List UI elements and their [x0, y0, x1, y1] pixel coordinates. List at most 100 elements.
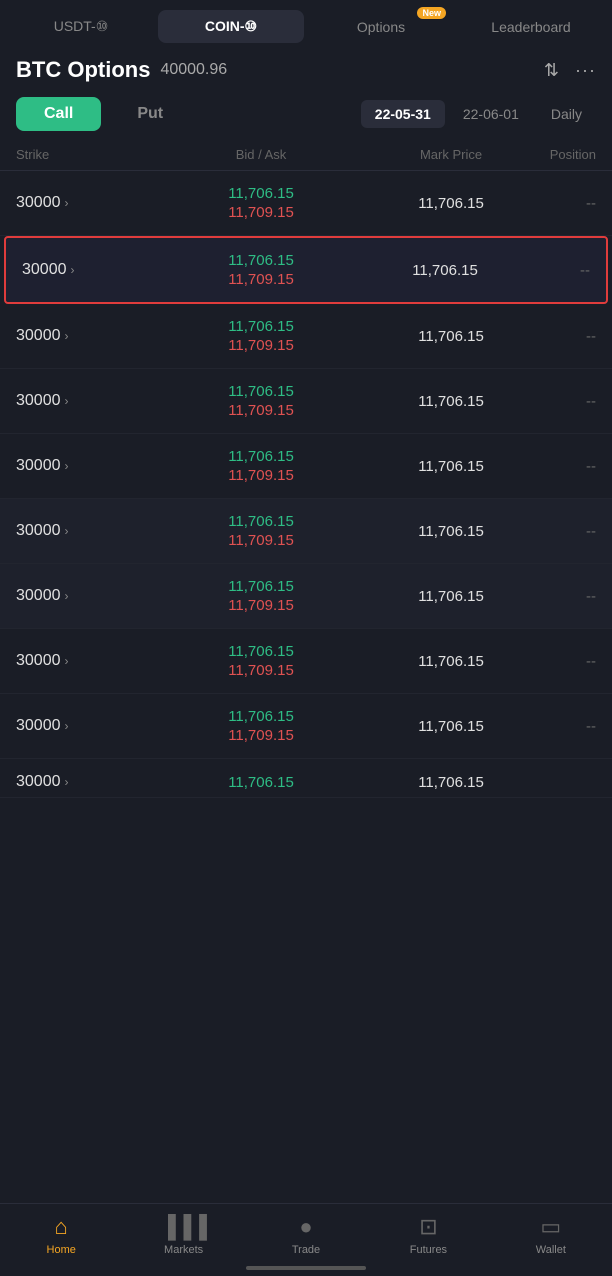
bid-ask-cell: 11,706.15 11,709.15 — [136, 708, 386, 744]
chevron-icon: › — [65, 329, 69, 343]
ask-price: 11,709.15 — [228, 204, 294, 221]
bid-ask-cell: 11,706.15 11,709.15 — [136, 448, 386, 484]
position-cell: -- — [516, 393, 596, 410]
trade-icon: ● — [299, 1214, 312, 1240]
position-cell: -- — [516, 718, 596, 735]
bid-ask-cell: 11,706.15 11,709.15 — [136, 643, 386, 679]
bid-ask-cell: 11,706.15 11,709.15 — [136, 383, 386, 419]
chevron-icon: › — [65, 394, 69, 408]
ask-price: 11,709.15 — [228, 597, 294, 614]
position-cell: -- — [516, 458, 596, 475]
futures-icon: ⊡ — [419, 1214, 437, 1240]
strike-cell: 30000 › — [16, 327, 136, 345]
strike-value: 30000 — [16, 717, 61, 735]
tab-leaderboard[interactable]: Leaderboard — [458, 11, 604, 43]
markets-icon: ▐▐▐ — [160, 1214, 207, 1240]
table-row[interactable]: 30000 › 11,706.15 11,709.15 11,706.15-- — [0, 171, 612, 236]
bid-ask-cell: 11,706.15 11,709.15 — [136, 185, 386, 221]
bid-ask-cell: 11,706.15 11,709.15 — [136, 513, 386, 549]
btc-price: 40000.96 — [160, 61, 227, 79]
ask-price: 11,709.15 — [228, 467, 294, 484]
home-icon: ⌂ — [55, 1214, 68, 1240]
table-row[interactable]: 30000 › 11,706.15 11,709.15 11,706.15-- — [0, 629, 612, 694]
strike-cell: 30000 › — [16, 194, 136, 212]
table-row[interactable]: 30000 › 11,706.15 11,709.15 11,706.15 -- — [0, 564, 612, 629]
bid-price: 11,706.15 — [228, 578, 294, 595]
tab-options[interactable]: New Options — [308, 11, 454, 43]
chevron-icon: › — [65, 524, 69, 538]
nav-trade-label: Trade — [292, 1244, 320, 1256]
ask-price: 11,709.15 — [228, 532, 294, 549]
nav-home[interactable]: ⌂ Home — [0, 1214, 122, 1256]
chevron-icon: › — [71, 263, 75, 277]
position-cell: -- — [516, 328, 596, 345]
tab-coin[interactable]: COIN-⑩ — [158, 10, 304, 43]
strike-value: 30000 — [16, 327, 61, 345]
chevron-icon: › — [65, 196, 69, 210]
strike-cell: 30000 › — [22, 261, 142, 279]
bid-price: 11,706.15 — [228, 643, 294, 660]
mark-price-cell: 11,706.15 — [386, 653, 516, 670]
table-header: Strike Bid / Ask Mark Price Position — [0, 139, 612, 171]
position-cell: -- — [516, 588, 596, 605]
bid-price: 11,706.15 — [228, 383, 294, 400]
strike-value: 30000 — [22, 261, 67, 279]
position-cell: -- — [516, 523, 596, 540]
bid-price: 11,706.15 — [228, 185, 294, 202]
header-icons: ⇅ ··· — [544, 60, 596, 81]
filter-icon[interactable]: ⇅ — [544, 60, 559, 81]
top-navigation: USDT-⑩ COIN-⑩ New Options Leaderboard — [0, 0, 612, 43]
mark-price-cell: 11,706.15 — [386, 458, 516, 475]
chevron-icon: › — [65, 775, 69, 789]
more-icon[interactable]: ··· — [575, 60, 596, 81]
options-table: 30000 › 11,706.15 11,709.15 11,706.15--3… — [0, 171, 612, 798]
strike-value: 30000 — [16, 773, 61, 791]
call-button[interactable]: Call — [16, 97, 101, 131]
nav-markets[interactable]: ▐▐▐ Markets — [122, 1214, 244, 1256]
bid-ask-cell: 11,706.15 11,709.15 — [136, 578, 386, 614]
table-row[interactable]: 30000 ›11,706.1511,706.15 — [0, 759, 612, 798]
date-tabs: 22-05-31 22-06-01 Daily — [361, 100, 596, 128]
mark-price-cell: 11,706.15 — [386, 195, 516, 212]
strike-value: 30000 — [16, 587, 61, 605]
bid-price: 11,706.15 — [228, 318, 294, 335]
ask-price: 11,709.15 — [228, 402, 294, 419]
strike-cell: 30000 › — [16, 587, 136, 605]
tab-usdt[interactable]: USDT-⑩ — [8, 10, 154, 43]
nav-home-label: Home — [47, 1244, 76, 1256]
table-row[interactable]: 30000 › 11,706.15 11,709.15 11,706.15-- — [4, 236, 608, 304]
bid-ask-cell: 11,706.15 — [136, 774, 386, 791]
new-badge: New — [417, 7, 446, 19]
page-title: BTC Options — [16, 57, 150, 83]
nav-futures[interactable]: ⊡ Futures — [367, 1214, 489, 1256]
col-mark-price: Mark Price — [386, 147, 516, 162]
ask-price: 11,709.15 — [228, 662, 294, 679]
chevron-icon: › — [65, 719, 69, 733]
date-tab-0[interactable]: 22-05-31 — [361, 100, 445, 128]
strike-cell: 30000 › — [16, 773, 136, 791]
table-row[interactable]: 30000 › 11,706.15 11,709.15 11,706.15-- — [0, 369, 612, 434]
put-button[interactable]: Put — [109, 97, 191, 131]
strike-value: 30000 — [16, 392, 61, 410]
ask-price: 11,709.15 — [228, 337, 294, 354]
strike-value: 30000 — [16, 652, 61, 670]
bid-price: 11,706.15 — [228, 448, 294, 465]
nav-trade[interactable]: ● Trade — [245, 1214, 367, 1256]
strike-value: 30000 — [16, 194, 61, 212]
table-row[interactable]: 30000 › 11,706.15 11,709.15 11,706.15 -- — [0, 694, 612, 759]
table-row[interactable]: 30000 › 11,706.15 11,709.15 11,706.15-- — [0, 304, 612, 369]
mark-price-cell: 11,706.15 — [386, 328, 516, 345]
wallet-icon: ▭ — [540, 1214, 561, 1240]
date-tab-2[interactable]: Daily — [537, 100, 596, 128]
ask-price: 11,709.15 — [228, 271, 294, 288]
bid-price: 11,706.15 — [228, 708, 294, 725]
ask-price: 11,709.15 — [228, 727, 294, 744]
mark-price-cell: 11,706.15 — [386, 393, 516, 410]
col-bid-ask: Bid / Ask — [136, 147, 386, 162]
nav-wallet[interactable]: ▭ Wallet — [490, 1214, 612, 1256]
date-tab-1[interactable]: 22-06-01 — [449, 100, 533, 128]
bid-ask-cell: 11,706.15 11,709.15 — [136, 318, 386, 354]
position-cell: -- — [510, 262, 590, 279]
table-row[interactable]: 30000 › 11,706.15 11,709.15 11,706.15-- — [0, 434, 612, 499]
table-row[interactable]: 30000 › 11,706.15 11,709.15 11,706.15-- — [0, 499, 612, 564]
